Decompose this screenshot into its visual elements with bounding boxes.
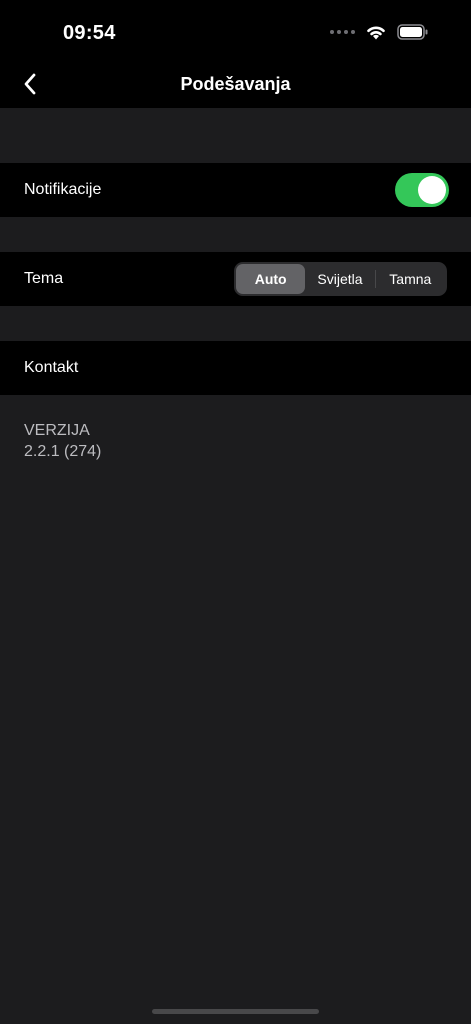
version-info: VERZIJA 2.2.1 (274) (24, 420, 101, 462)
notifications-toggle[interactable] (395, 173, 449, 207)
notifications-row: Notifikacije (0, 163, 471, 217)
contact-row[interactable]: Kontakt (0, 341, 471, 395)
theme-option-light[interactable]: Svijetla (305, 264, 374, 294)
notifications-label: Notifikacije (24, 181, 102, 198)
contact-label: Kontakt (24, 359, 79, 376)
version-value: 2.2.1 (274) (24, 443, 102, 460)
battery-icon (397, 24, 428, 40)
status-icons (330, 24, 429, 40)
version-label: VERZIJA (24, 422, 90, 439)
theme-row: Tema Auto Svijetla Tamna (0, 252, 471, 306)
theme-segmented-control: Auto Svijetla Tamna (234, 262, 447, 296)
toggle-knob (418, 176, 446, 204)
status-bar: 09:54 (0, 0, 471, 60)
page-title: Podešavanja (180, 74, 291, 94)
navigation-bar: Podešavanja (0, 60, 471, 108)
theme-label: Tema (24, 270, 64, 287)
wifi-icon (367, 26, 385, 40)
home-indicator (152, 1009, 319, 1014)
theme-option-auto[interactable]: Auto (236, 264, 306, 294)
signal-dots-icon (330, 30, 355, 34)
theme-option-dark[interactable]: Tamna (376, 264, 445, 294)
status-time: 09:54 (63, 22, 116, 44)
